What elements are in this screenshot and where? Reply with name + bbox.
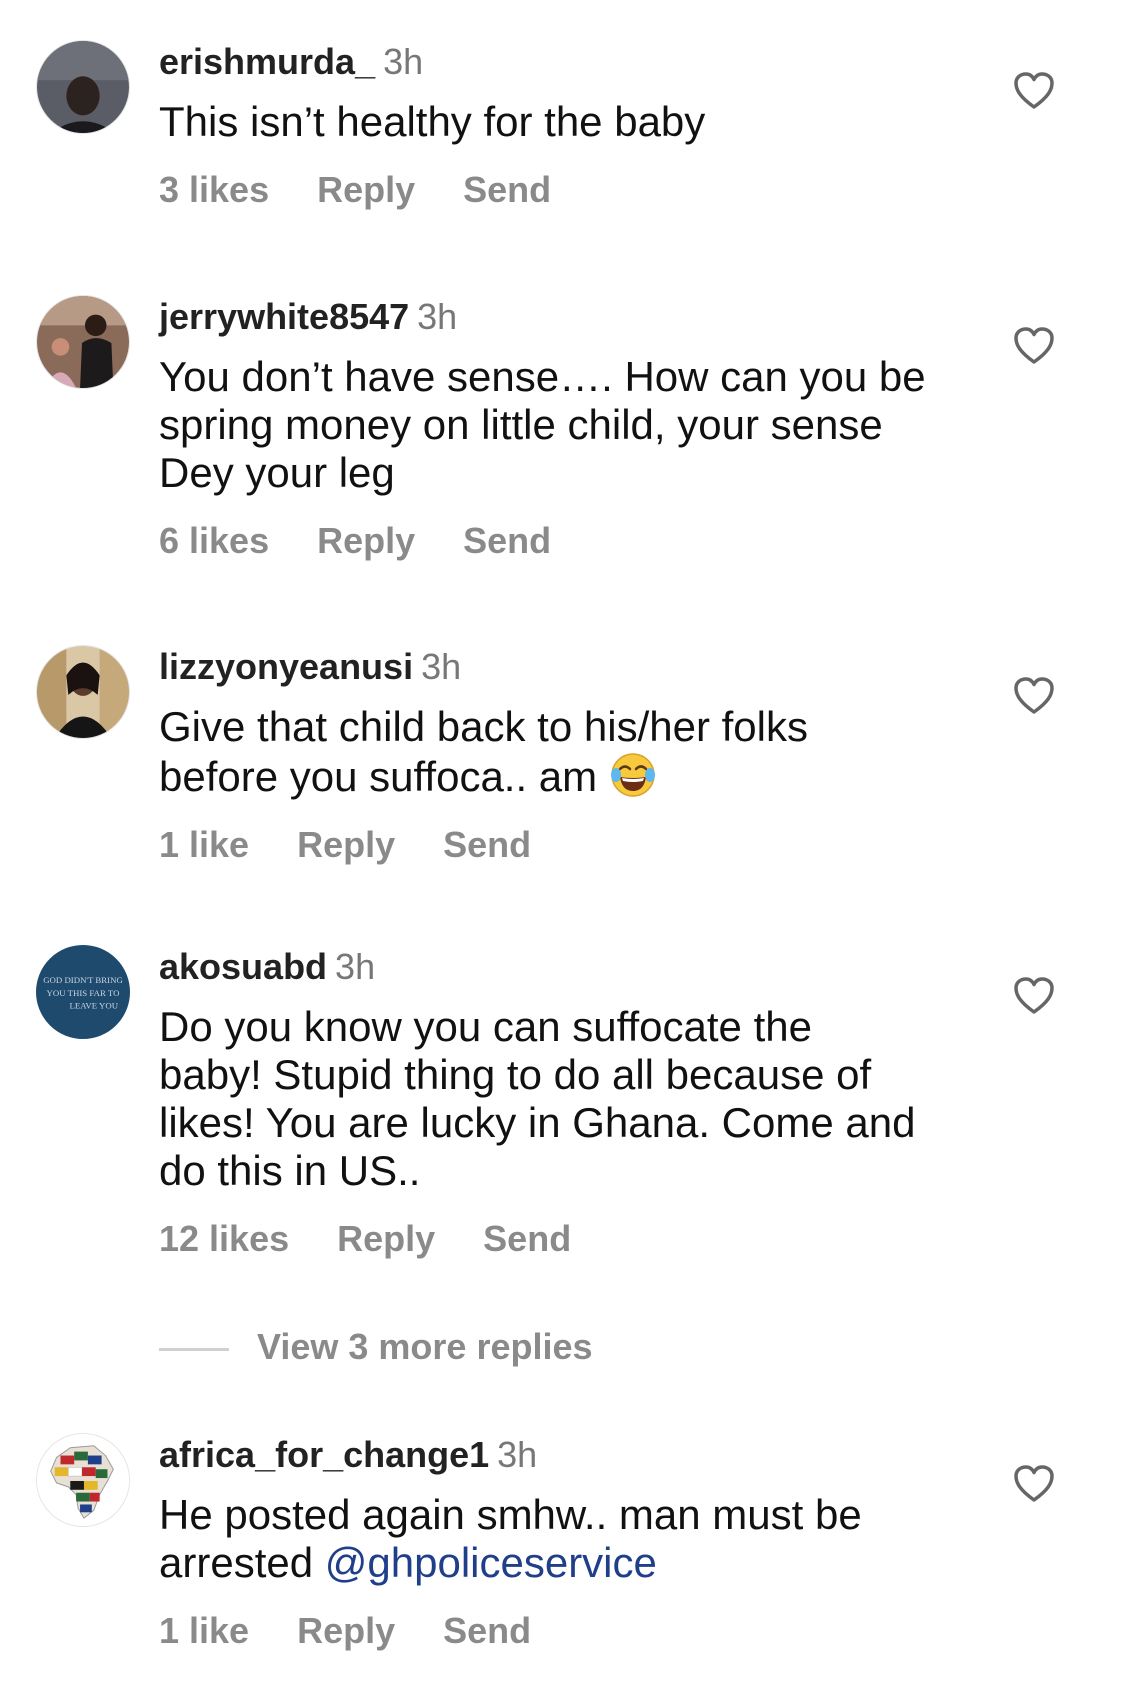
avatar-text-line: GOD DIDN'T BRING [43, 975, 123, 985]
send-button[interactable]: Send [443, 824, 531, 865]
view-more-replies-label: View 3 more replies [257, 1326, 593, 1367]
comment-username[interactable]: erishmurda_ [159, 41, 375, 82]
comment-line: baby! Stupid thing to do all because of [159, 1051, 872, 1098]
comment-line: Give that child back to his/her folks [159, 703, 808, 750]
avatar-text-line: YOU THIS FAR TO [47, 988, 120, 998]
comment-time: 3h [421, 646, 462, 687]
divider [159, 1347, 229, 1351]
comment-time: 3h [497, 1434, 538, 1475]
comment-line: do this in US.. [159, 1147, 421, 1194]
send-button[interactable]: Send [463, 169, 551, 210]
comment-line: arrested [159, 1539, 325, 1586]
comment-line: You don’t have sense…. How can you be [159, 353, 926, 400]
comment-time: 3h [335, 946, 376, 987]
likes-count[interactable]: 12 likes [159, 1218, 289, 1259]
comment-line-with-emoji: before you suffoca.. am [159, 751, 979, 801]
comment-line: spring money on little child, your sense [159, 401, 883, 448]
comment-text: Give that child back to his/her folks be… [159, 703, 979, 801]
likes-count[interactable]: 6 likes [159, 520, 269, 561]
send-button[interactable]: Send [463, 520, 551, 561]
comment-line: Dey your leg [159, 449, 395, 496]
likes-count[interactable]: 3 likes [159, 169, 269, 210]
comment-username[interactable]: lizzyonyeanusi [159, 646, 413, 687]
mention-link[interactable]: @ghpoliceservice [325, 1539, 657, 1586]
avatar[interactable] [36, 295, 130, 389]
comment-username[interactable]: africa_for_change1 [159, 1434, 489, 1475]
heart-icon[interactable] [1014, 977, 1054, 1015]
send-button[interactable]: Send [483, 1218, 571, 1259]
comment-line-with-mention: arrested @ghpoliceservice [159, 1539, 979, 1587]
avatar[interactable] [36, 40, 130, 134]
view-more-replies-button[interactable]: View 3 more replies [159, 1325, 593, 1369]
heart-icon[interactable] [1014, 1465, 1054, 1503]
comment-line: This isn’t healthy for the baby [159, 98, 706, 145]
reply-button[interactable]: Reply [337, 1218, 435, 1259]
avatar[interactable]: GOD DIDN'T BRING YOU THIS FAR TO LEAVE Y… [36, 945, 130, 1039]
comment-text: Do you know you can suffocate the baby! … [159, 1003, 979, 1195]
comment-username[interactable]: akosuabd [159, 946, 327, 987]
comment-line: likes! You are lucky in Ghana. Come and [159, 1099, 916, 1146]
comment-line: before you suffoca.. am [159, 753, 598, 800]
comment-line: He posted again smhw.. man must be [159, 1491, 862, 1538]
face-with-tears-of-joy-emoji [609, 751, 657, 799]
comment-line: Do you know you can suffocate the [159, 1003, 812, 1050]
heart-icon[interactable] [1014, 72, 1054, 110]
comment-text: This isn’t healthy for the baby [159, 98, 979, 146]
comment-text: He posted again smhw.. man must be arres… [159, 1491, 979, 1587]
avatar-text-line: LEAVE YOU [69, 1001, 118, 1011]
send-button[interactable]: Send [443, 1610, 531, 1651]
heart-icon[interactable] [1014, 327, 1054, 365]
heart-icon[interactable] [1014, 677, 1054, 715]
avatar[interactable] [36, 1433, 130, 1527]
likes-count[interactable]: 1 like [159, 1610, 249, 1651]
comment-username[interactable]: jerrywhite8547 [159, 296, 409, 337]
reply-button[interactable]: Reply [317, 169, 415, 210]
comment-text: You don’t have sense…. How can you be sp… [159, 353, 979, 497]
reply-button[interactable]: Reply [297, 824, 395, 865]
reply-button[interactable]: Reply [297, 1610, 395, 1651]
likes-count[interactable]: 1 like [159, 824, 249, 865]
comment-time: 3h [417, 296, 458, 337]
comment-time: 3h [383, 41, 424, 82]
reply-button[interactable]: Reply [317, 520, 415, 561]
avatar[interactable] [36, 645, 130, 739]
